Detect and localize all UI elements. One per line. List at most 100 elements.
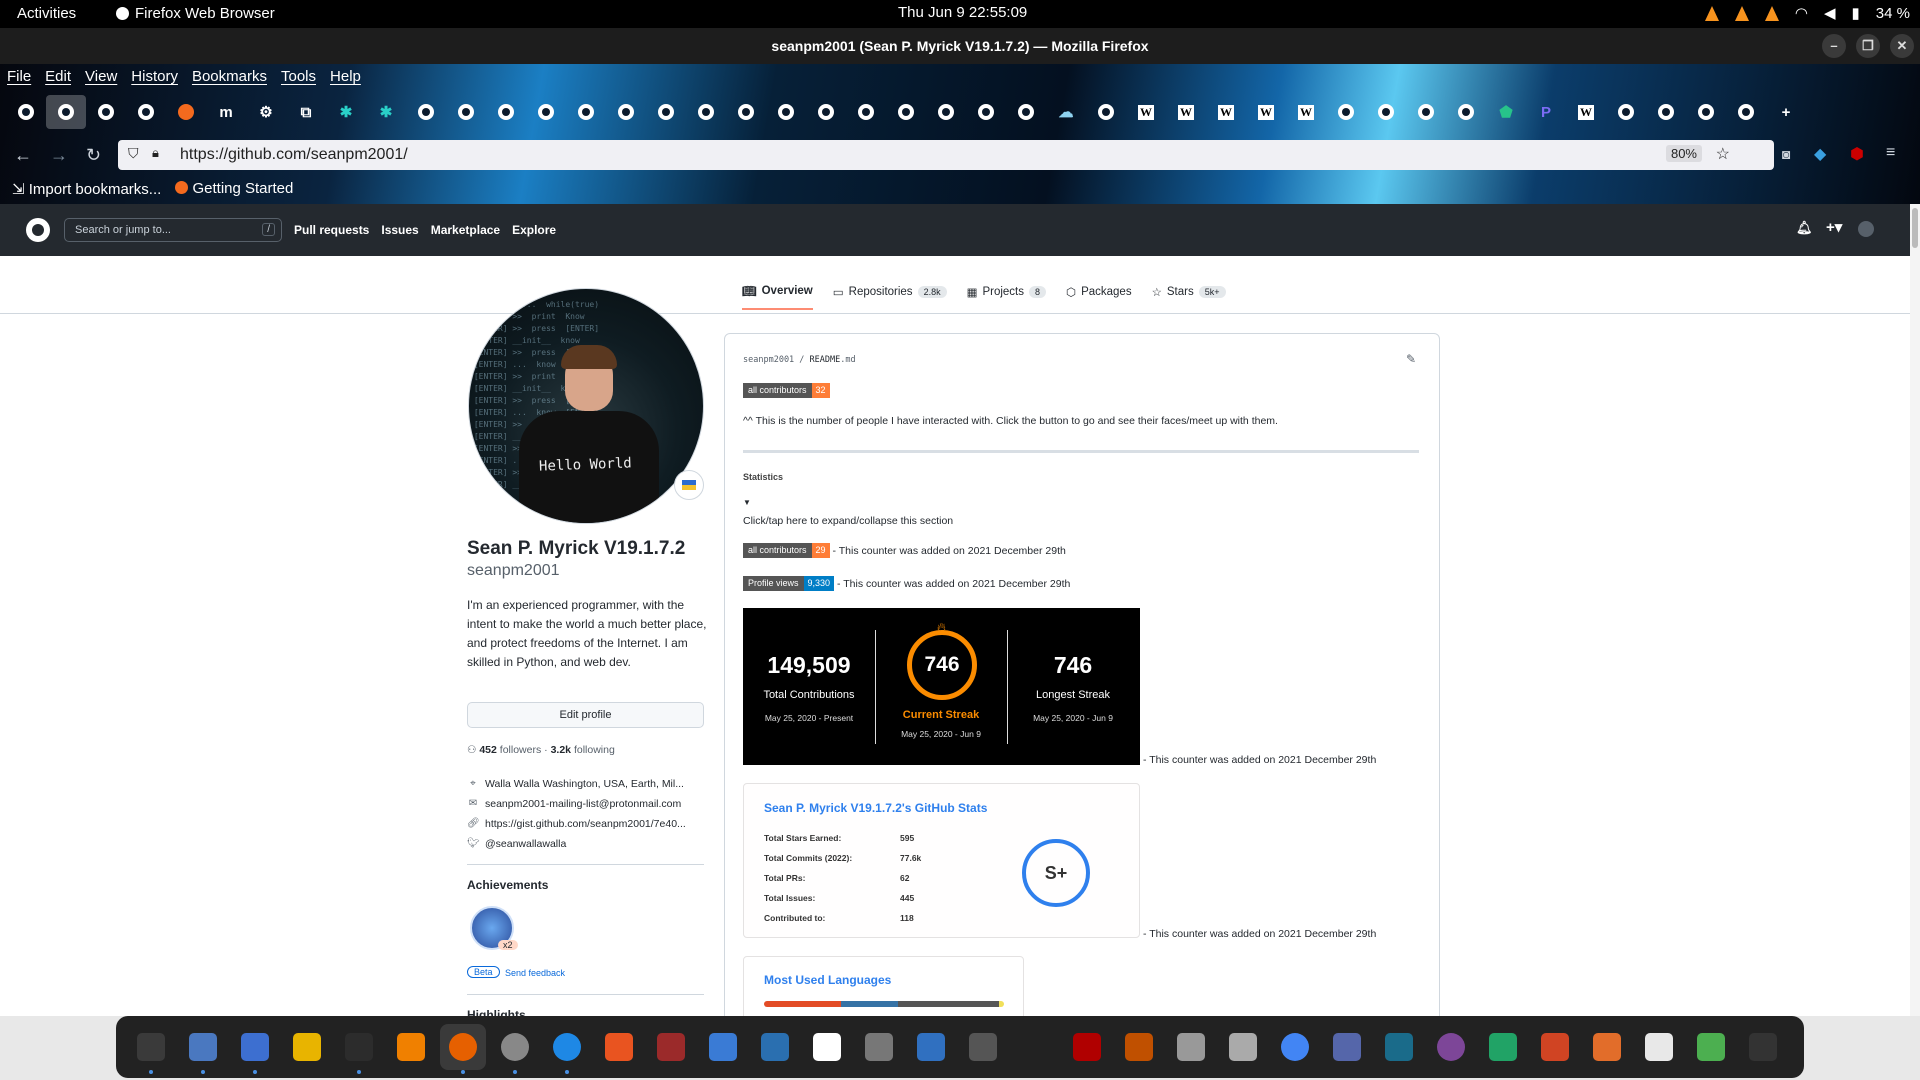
tab-github[interactable]: [766, 95, 806, 129]
menu-file[interactable]: File: [0, 64, 38, 90]
profile-avatar[interactable]: [ENTER] ... while(true) [ENTER] >> print…: [468, 288, 704, 524]
tab-github[interactable]: [806, 95, 846, 129]
dock-monitor[interactable]: [648, 1024, 694, 1070]
tab-github[interactable]: [526, 95, 566, 129]
extension-icon[interactable]: ◆: [1814, 144, 1826, 164]
vlc-icon[interactable]: [1704, 5, 1719, 21]
battery-icon[interactable]: ▮: [1852, 4, 1860, 22]
tab-github[interactable]: [446, 95, 486, 129]
tab-wikipedia[interactable]: W: [1206, 95, 1246, 129]
dock-book[interactable]: [1376, 1024, 1422, 1070]
tab-cloud[interactable]: ☁: [1046, 95, 1086, 129]
tab-github[interactable]: [6, 95, 46, 129]
dock-tweaks[interactable]: [752, 1024, 798, 1070]
create-new-plus-icon[interactable]: +▾: [1826, 218, 1842, 236]
bookmark-star-icon[interactable]: ☆: [1716, 144, 1730, 164]
wifi-icon[interactable]: ◠: [1795, 4, 1808, 22]
clock[interactable]: Thu Jun 9 22:55:09: [898, 4, 1027, 21]
dock-terminal[interactable]: [336, 1024, 382, 1074]
tab-wikipedia[interactable]: W: [1246, 95, 1286, 129]
tab-overview[interactable]: 📖︎ Overview: [742, 284, 813, 310]
tab-github[interactable]: [1086, 95, 1126, 129]
window-titlebar[interactable]: seanpm2001 (Sean P. Myrick V19.1.7.2) — …: [0, 28, 1920, 64]
dock-media[interactable]: [856, 1024, 902, 1070]
all-contributors-badge[interactable]: all contributors 32: [743, 383, 830, 398]
menu-help[interactable]: Help: [323, 64, 368, 90]
reload-icon[interactable]: ↻: [86, 145, 101, 166]
profile-views-badge[interactable]: Profile views 9,330: [743, 576, 835, 591]
menu-edit[interactable]: Edit: [38, 64, 78, 90]
tab-wikipedia[interactable]: W: [1126, 95, 1166, 129]
tab-repositories[interactable]: ▭ Repositories 2.8k: [833, 284, 947, 310]
twitter-row[interactable]: 🐦︎ @seanwallawalla: [467, 834, 686, 854]
tab-github[interactable]: [46, 95, 86, 129]
dock-spreadsheet[interactable]: [1480, 1024, 1526, 1070]
dock-slides[interactable]: [1584, 1024, 1630, 1070]
scrollbar-thumb[interactable]: [1912, 208, 1918, 248]
following-count[interactable]: 3.2k: [551, 744, 571, 756]
tab-wikipedia[interactable]: W: [1566, 95, 1606, 129]
minimize-button[interactable]: –: [1822, 34, 1846, 58]
tab-github[interactable]: [406, 95, 446, 129]
dock-tor[interactable]: [1428, 1024, 1474, 1070]
expand-collapse-summary[interactable]: Click/tap here to expand/collapse this s…: [743, 515, 953, 527]
tab-github[interactable]: [606, 95, 646, 129]
dock-document[interactable]: [804, 1024, 850, 1070]
back-icon[interactable]: ←: [14, 145, 32, 166]
nav-pull-requests[interactable]: Pull requests: [294, 223, 369, 237]
activities-button[interactable]: Activities: [17, 5, 76, 22]
dock-system-monitor[interactable]: [128, 1024, 174, 1074]
tab-stars[interactable]: ☆ Stars 5k+: [1152, 284, 1226, 310]
dock-settings[interactable]: [492, 1024, 538, 1074]
tab-github[interactable]: [1446, 95, 1486, 129]
nav-issues[interactable]: Issues: [381, 223, 418, 237]
dock-camera[interactable]: [960, 1024, 1006, 1070]
tab-github[interactable]: [566, 95, 606, 129]
bookmark-getting-started[interactable]: Getting Started: [175, 180, 293, 198]
tab-wikipedia[interactable]: W: [1166, 95, 1206, 129]
tab-github[interactable]: [1406, 95, 1446, 129]
edit-pencil-icon[interactable]: ✎: [1406, 352, 1416, 366]
tab-github[interactable]: [86, 95, 126, 129]
tab-github[interactable]: [1366, 95, 1406, 129]
status-emoji-button[interactable]: [674, 470, 704, 500]
tab-packages[interactable]: ⬡ Packages: [1066, 284, 1132, 310]
bookmark-import[interactable]: ⇲ Import bookmarks...: [12, 180, 161, 198]
tab-github[interactable]: [486, 95, 526, 129]
tab-github[interactable]: [1646, 95, 1686, 129]
tab-github[interactable]: [126, 95, 166, 129]
followers-count[interactable]: 452: [479, 744, 497, 756]
tab-shield-check[interactable]: ⬟: [1486, 95, 1526, 129]
tab-m[interactable]: m: [206, 95, 246, 129]
send-feedback-link[interactable]: Send feedback: [505, 968, 565, 978]
app-menu[interactable]: Firefox Web Browser: [116, 5, 275, 22]
dock-app-store[interactable]: [596, 1024, 642, 1070]
shield-icon[interactable]: ⛉: [128, 145, 139, 162]
nav-explore[interactable]: Explore: [512, 223, 556, 237]
dock-draw[interactable]: [1636, 1024, 1682, 1070]
github-logo-icon[interactable]: [26, 218, 50, 242]
menu-tools[interactable]: Tools: [274, 64, 323, 90]
dock-notes[interactable]: [284, 1024, 330, 1070]
following-link[interactable]: following: [574, 744, 615, 756]
dock-game[interactable]: [1116, 1024, 1162, 1070]
forward-icon[interactable]: →: [50, 145, 68, 166]
tab-github[interactable]: [1606, 95, 1646, 129]
tab-github[interactable]: [1686, 95, 1726, 129]
tab-wikipedia[interactable]: W: [1286, 95, 1326, 129]
new-tab-button[interactable]: +: [1766, 95, 1806, 129]
tab-p[interactable]: P: [1526, 95, 1566, 129]
page-scrollbar[interactable]: [1910, 204, 1920, 1016]
tab-github[interactable]: [1726, 95, 1766, 129]
vlc-icon[interactable]: [1764, 5, 1779, 21]
notifications-bell-icon[interactable]: 🔔︎: [1796, 220, 1813, 236]
website-row[interactable]: 🔗︎ https://gist.github.com/seanpm2001/7e4…: [467, 814, 686, 834]
tab-github[interactable]: [686, 95, 726, 129]
readme-file[interactable]: README: [810, 355, 841, 365]
dock-trash[interactable]: [1688, 1024, 1734, 1070]
dock-app-grid[interactable]: [1740, 1024, 1786, 1070]
zoom-indicator[interactable]: 80%: [1665, 145, 1702, 162]
readme-user[interactable]: seanpm2001: [743, 355, 794, 365]
restore-button[interactable]: ❐: [1856, 34, 1880, 58]
dock-files[interactable]: [180, 1024, 226, 1074]
